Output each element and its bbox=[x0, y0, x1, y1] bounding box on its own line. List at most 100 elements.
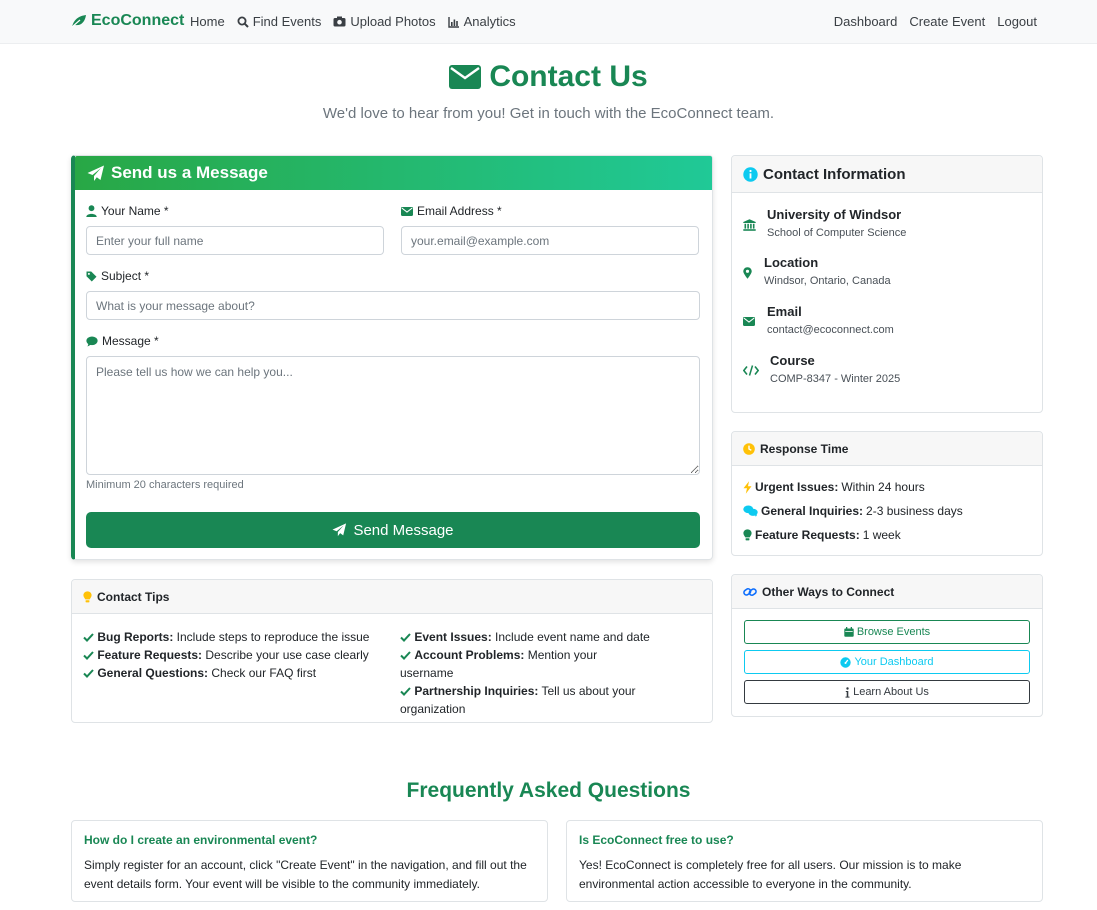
nav-upload-photos[interactable]: Upload Photos bbox=[333, 14, 436, 29]
contact-info-item-title: Email bbox=[767, 304, 802, 319]
speech-bubble-icon bbox=[86, 336, 98, 346]
brand-name: EcoConnect bbox=[91, 12, 185, 29]
message-label: Message * bbox=[86, 334, 159, 348]
faq-answer: Simply register for an account, click "C… bbox=[84, 858, 527, 891]
tip-label: Feature Requests: bbox=[97, 648, 203, 662]
tip-label: General Questions: bbox=[97, 666, 209, 680]
nav-analytics-label: Analytics bbox=[463, 14, 516, 29]
comments-icon bbox=[743, 505, 758, 517]
contact-tips-card: Contact Tips Bug Reports: Include steps … bbox=[71, 579, 713, 723]
check-icon bbox=[400, 651, 411, 661]
response-time-item: General Inquiries: 2-3 business days bbox=[743, 504, 963, 518]
message-label-text: Message * bbox=[102, 334, 159, 348]
tip-label: Event Issues: bbox=[414, 630, 492, 644]
gauge-icon bbox=[840, 656, 852, 668]
faq-title: Frequently Asked Questions bbox=[406, 779, 691, 802]
brand-link[interactable]: EcoConnect bbox=[71, 12, 184, 30]
tip-text: Include event name and date bbox=[491, 630, 650, 644]
tips-right-column: Event Issues: Include event name and dat… bbox=[400, 628, 650, 718]
paper-plane-icon bbox=[332, 523, 347, 537]
nav-logout[interactable]: Logout bbox=[997, 14, 1037, 29]
response-time-value: 1 week bbox=[862, 528, 901, 542]
nav-main: Home Find Events Upload Photos Analytics bbox=[190, 14, 516, 29]
contact-info-item-title: Location bbox=[764, 255, 819, 270]
contact-info-title: Contact Information bbox=[763, 165, 906, 183]
subject-label-text: Subject * bbox=[101, 269, 150, 283]
tip-item: Event Issues: Include event name and dat… bbox=[400, 628, 650, 646]
tip-item: General Questions: Check our FAQ first bbox=[83, 664, 373, 682]
search-icon bbox=[237, 16, 249, 28]
response-time-value: 2-3 business days bbox=[866, 504, 963, 518]
map-pin-icon bbox=[743, 266, 752, 279]
your-dashboard-button[interactable]: Your Dashboard bbox=[744, 650, 1030, 674]
check-icon bbox=[83, 669, 94, 679]
nav-upload-photos-label: Upload Photos bbox=[350, 14, 436, 29]
send-message-button[interactable]: Send Message bbox=[86, 512, 700, 548]
response-time-title: Response Time bbox=[760, 441, 849, 456]
other-ways-title: Other Ways to Connect bbox=[762, 584, 895, 599]
tip-item: Feature Requests: Describe your use case… bbox=[83, 646, 373, 664]
nav-create-event[interactable]: Create Event bbox=[909, 14, 985, 29]
info-icon bbox=[845, 686, 850, 698]
browse-events-button[interactable]: Browse Events bbox=[744, 620, 1030, 644]
nav-analytics[interactable]: Analytics bbox=[447, 14, 516, 29]
learn-about-us-button[interactable]: Learn About Us bbox=[744, 680, 1030, 704]
paper-plane-icon bbox=[87, 165, 104, 181]
envelope-icon bbox=[401, 206, 413, 216]
faq-question: Is EcoConnect free to use? bbox=[579, 833, 734, 847]
leaf-icon bbox=[71, 15, 86, 28]
tips-left-column: Bug Reports: Include steps to reproduce … bbox=[83, 628, 373, 682]
camera-icon bbox=[333, 16, 346, 27]
lightbulb-icon bbox=[743, 529, 752, 541]
check-icon bbox=[400, 687, 411, 697]
contact-info-item-detail: Windsor, Ontario, Canada bbox=[764, 275, 891, 287]
subject-label: Subject * bbox=[86, 269, 149, 283]
contact-info-header: Contact Information bbox=[732, 156, 1042, 193]
tip-text: Describe your use case clearly bbox=[202, 648, 369, 662]
bolt-icon bbox=[743, 480, 752, 494]
your-dashboard-label: Your Dashboard bbox=[854, 656, 934, 668]
page-subtitle: We'd love to hear from you! Get in touch… bbox=[322, 105, 775, 122]
tip-item: Bug Reports: Include steps to reproduce … bbox=[83, 628, 373, 646]
contact-info-item: Course COMP-8347 - Winter 2025 bbox=[743, 353, 900, 387]
nav-home[interactable]: Home bbox=[190, 14, 225, 29]
navbar: EcoConnect Home Find Events Upload Photo… bbox=[0, 0, 1097, 44]
nav-home-label: Home bbox=[190, 14, 225, 29]
message-form-header: Send us a Message bbox=[75, 156, 712, 190]
nav-find-events[interactable]: Find Events bbox=[237, 14, 322, 29]
check-icon bbox=[83, 633, 94, 643]
contact-info-item-detail: contact@ecoconnect.com bbox=[767, 324, 894, 336]
tip-item: Partnership Inquiries: Tell us about you… bbox=[400, 682, 650, 718]
clock-icon bbox=[743, 442, 755, 455]
message-form-title: Send us a Message bbox=[111, 163, 268, 182]
subject-input[interactable] bbox=[86, 291, 700, 320]
response-time-header: Response Time bbox=[732, 432, 1042, 466]
message-help-text: Minimum 20 characters required bbox=[86, 479, 244, 491]
name-input[interactable] bbox=[86, 226, 384, 255]
response-time-label: General Inquiries: bbox=[761, 504, 864, 518]
other-ways-card: Other Ways to Connect Browse Events Your… bbox=[731, 574, 1043, 717]
faq-card: Is EcoConnect free to use? Yes! EcoConne… bbox=[566, 820, 1043, 902]
response-time-card: Response Time Urgent Issues: Within 24 h… bbox=[731, 431, 1043, 556]
chart-icon bbox=[447, 16, 459, 28]
info-circle-icon bbox=[743, 166, 758, 182]
send-message-label: Send Message bbox=[353, 521, 454, 539]
learn-about-us-label: Learn About Us bbox=[853, 686, 929, 698]
page-title: Contact Us bbox=[0, 60, 1097, 94]
faq-card: How do I create an environmental event? … bbox=[71, 820, 548, 902]
envelope-icon bbox=[449, 65, 482, 89]
calendar-icon bbox=[844, 627, 854, 637]
contact-tips-title: Contact Tips bbox=[97, 589, 170, 604]
tip-item: Account Problems: Mention your username bbox=[400, 646, 650, 682]
response-time-label: Feature Requests: bbox=[755, 528, 860, 542]
message-form-card: Send us a Message Your Name * Email Addr… bbox=[71, 155, 713, 560]
message-textarea[interactable] bbox=[86, 356, 700, 475]
nav-dashboard[interactable]: Dashboard bbox=[834, 14, 898, 29]
contact-info-item: University of Windsor School of Computer … bbox=[743, 207, 906, 241]
name-label: Your Name * bbox=[86, 204, 169, 218]
tag-icon bbox=[86, 271, 97, 281]
browse-events-label: Browse Events bbox=[856, 626, 931, 638]
email-input[interactable] bbox=[401, 226, 699, 255]
page-title-text: Contact Us bbox=[489, 60, 648, 93]
nav-find-events-label: Find Events bbox=[252, 14, 322, 29]
